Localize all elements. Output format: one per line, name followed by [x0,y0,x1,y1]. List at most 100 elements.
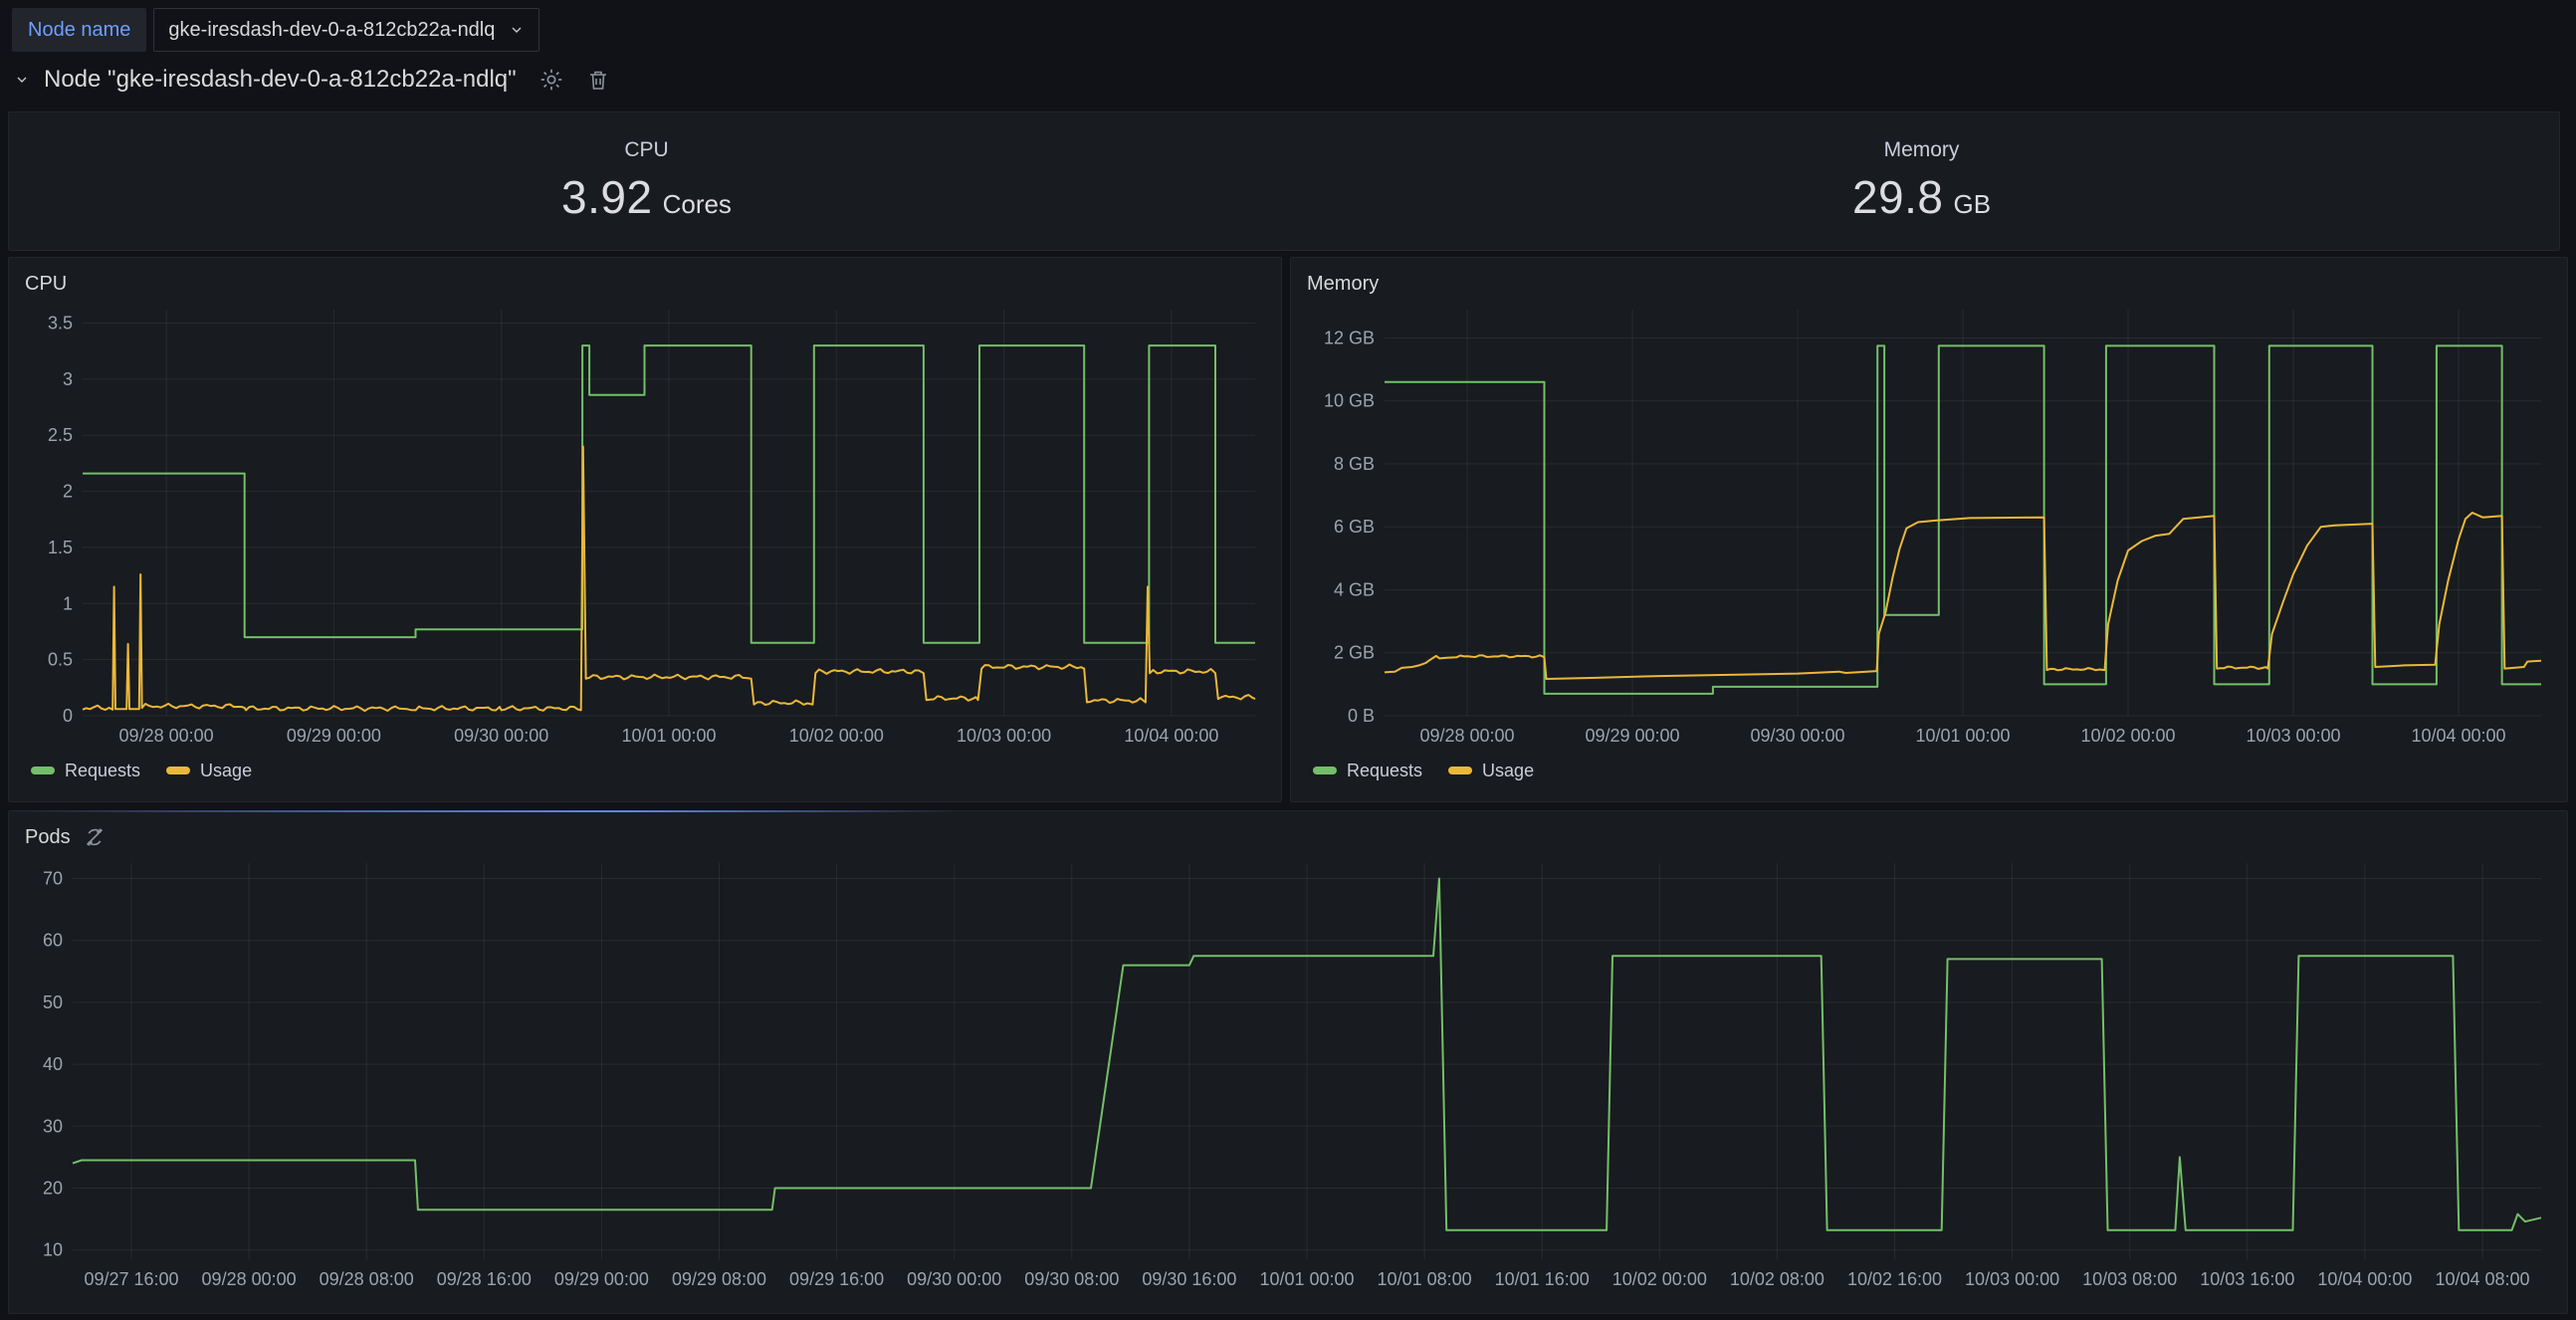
x-tick-label: 09/30 00:00 [454,726,548,746]
x-tick-label: 10/04 08:00 [2435,1269,2529,1289]
legend-item-usage[interactable]: Usage [166,761,252,781]
x-tick-label: 10/03 00:00 [957,726,1051,746]
node-name-value: gke-iresdash-dev-0-a-812cb22a-ndlq [168,19,495,42]
y-tick-label: 1.5 [48,538,73,557]
y-tick-label: 10 GB [1324,391,1375,411]
cpu-stat-label: CPU [624,138,668,162]
pods-chart-svg: 09/27 16:00 09/28 00:00 09/28 08:00 09/28 1… [25,853,2551,1297]
memory-panel: Memory 09/28 00:00 09/29 00:00 09/30 00:00… [1290,257,2568,802]
gear-icon [538,67,564,93]
y-tick-label: 40 [43,1054,63,1074]
x-tick-label: 09/28 00:00 [1419,726,1514,746]
y-tick-label: 30 [43,1116,63,1136]
y-tick-label: 2 GB [1334,643,1375,663]
x-tick-label: 10/04 00:00 [1124,726,1218,746]
x-tick-label: 09/30 16:00 [1142,1269,1236,1289]
y-tick-label: 0.5 [48,650,73,670]
legend-label: Usage [1482,761,1534,781]
node-name-dropdown[interactable]: gke-iresdash-dev-0-a-812cb22a-ndlq [153,8,539,52]
y-tick-label: 0 [63,706,73,726]
x-tick-label: 09/29 08:00 [672,1269,766,1289]
x-tick-label: 09/27 16:00 [84,1269,178,1289]
cpu-chart[interactable]: 09/28 00:0009/29 00:0009/30 00:0010/01 0… [25,300,1265,754]
cpu-stat-value: 3.92 [561,170,653,224]
memory-stat-value: 29.8 [1852,170,1944,224]
cpu-legend: Requests Usage [31,754,1265,787]
x-tick-label: 09/28 16:00 [437,1269,532,1289]
x-tick-label: 09/29 00:00 [287,726,381,746]
y-tick-label: 20 [43,1179,63,1199]
x-tick-label: 10/03 16:00 [2200,1269,2294,1289]
legend-item-requests[interactable]: Requests [31,761,140,781]
x-tick-label: 09/30 08:00 [1024,1269,1119,1289]
x-tick-label: 10/02 00:00 [2080,726,2175,746]
x-tick-label: 09/30 00:00 [1750,726,1844,746]
x-tick-label: 10/01 00:00 [1915,726,2010,746]
y-tick-label: 2.5 [48,425,73,445]
requests-legend-pill-icon [1313,767,1337,774]
x-tick-label: 10/04 00:00 [2411,726,2505,746]
x-tick-label: 10/03 00:00 [2246,726,2340,746]
memory-stat-label: Memory [1884,138,1960,162]
variable-bar: Node name gke-iresdash-dev-0-a-812cb22a-… [12,8,539,52]
cpu-panel: CPU 09/28 00:0009/29 00:0009/30 00:0010/… [8,257,1282,802]
memory-legend: Requests Usage [1313,754,2551,787]
x-tick-label: 10/01 08:00 [1378,1269,1472,1289]
row-title[interactable]: Node "gke-iresdash-dev-0-a-812cb22a-ndlq… [44,66,517,94]
y-tick-label: 8 GB [1334,454,1375,474]
memory-panel-title[interactable]: Memory [1307,273,1379,296]
row-settings-button[interactable] [538,67,564,93]
chevron-down-icon [509,22,525,38]
x-tick-label: 10/02 08:00 [1730,1269,1825,1289]
legend-label: Requests [65,761,140,781]
row-header: Node "gke-iresdash-dev-0-a-812cb22a-ndlq… [14,62,610,98]
legend-item-requests[interactable]: Requests [1313,761,1422,781]
memory-stat: Memory 29.8 GB [1284,112,2559,250]
usage-legend-pill-icon [1448,767,1472,774]
row-collapse-chevron-icon[interactable] [14,72,30,88]
legend-label: Requests [1347,761,1422,781]
cpu-stat-unit: Cores [663,189,732,220]
x-tick-label: 10/03 08:00 [2082,1269,2177,1289]
refresh-slash-icon[interactable] [83,825,107,849]
x-tick-label: 10/01 16:00 [1495,1269,1590,1289]
x-tick-label: 10/02 16:00 [1847,1269,1942,1289]
y-tick-label: 70 [43,869,63,889]
x-tick-label: 10/02 00:00 [1612,1269,1707,1289]
pods-panel-title[interactable]: Pods [25,826,71,849]
y-tick-label: 2 [63,482,73,502]
memory-chart-svg: 09/28 00:00 09/29 00:00 09/30 00:00 10/01 0… [1307,300,2551,754]
stat-panel: CPU 3.92 Cores Memory 29.8 GB [8,111,2560,251]
x-tick-label: 09/29 00:00 [554,1269,649,1289]
usage-legend-pill-icon [166,767,190,774]
y-tick-label: 3 [63,369,73,389]
y-tick-label: 0 B [1348,706,1375,726]
x-tick-label: 10/04 00:00 [2317,1269,2412,1289]
requests-legend-pill-icon [31,767,55,774]
y-tick-label: 3.5 [48,314,73,333]
legend-item-usage[interactable]: Usage [1448,761,1534,781]
x-tick-label: 09/28 08:00 [320,1269,414,1289]
x-tick-label: 09/29 16:00 [789,1269,884,1289]
y-tick-label: 4 GB [1334,580,1375,600]
cpu-chart-svg: 09/28 00:0009/29 00:0009/30 00:0010/01 0… [25,300,1265,754]
x-tick-label: 10/02 00:00 [789,726,884,746]
x-tick-label: 09/29 00:00 [1585,726,1679,746]
trash-icon [586,68,610,92]
x-tick-label: 09/30 00:00 [907,1269,1001,1289]
x-tick-label: 10/01 00:00 [1259,1269,1354,1289]
y-tick-label: 1 [63,593,73,613]
x-tick-label: 09/28 00:00 [202,1269,297,1289]
cpu-panel-title[interactable]: CPU [25,273,67,296]
y-tick-label: 10 [43,1240,63,1260]
variable-label: Node name [12,8,146,52]
pods-panel: Pods 09/27 16:0009/28 00:0009/28 08:0009… [8,810,2568,1314]
y-tick-label: 60 [43,931,63,951]
row-delete-button[interactable] [586,68,610,92]
y-tick-label: 50 [43,992,63,1012]
pods-chart[interactable]: 09/27 16:00 09/28 00:00 09/28 08:00 09/28 1… [25,853,2551,1297]
legend-label: Usage [200,761,252,781]
y-tick-label: 6 GB [1334,517,1375,537]
x-tick-label: 10/01 00:00 [621,726,716,746]
memory-chart[interactable]: 09/28 00:00 09/29 00:00 09/30 00:00 10/01 0… [1307,300,2551,754]
